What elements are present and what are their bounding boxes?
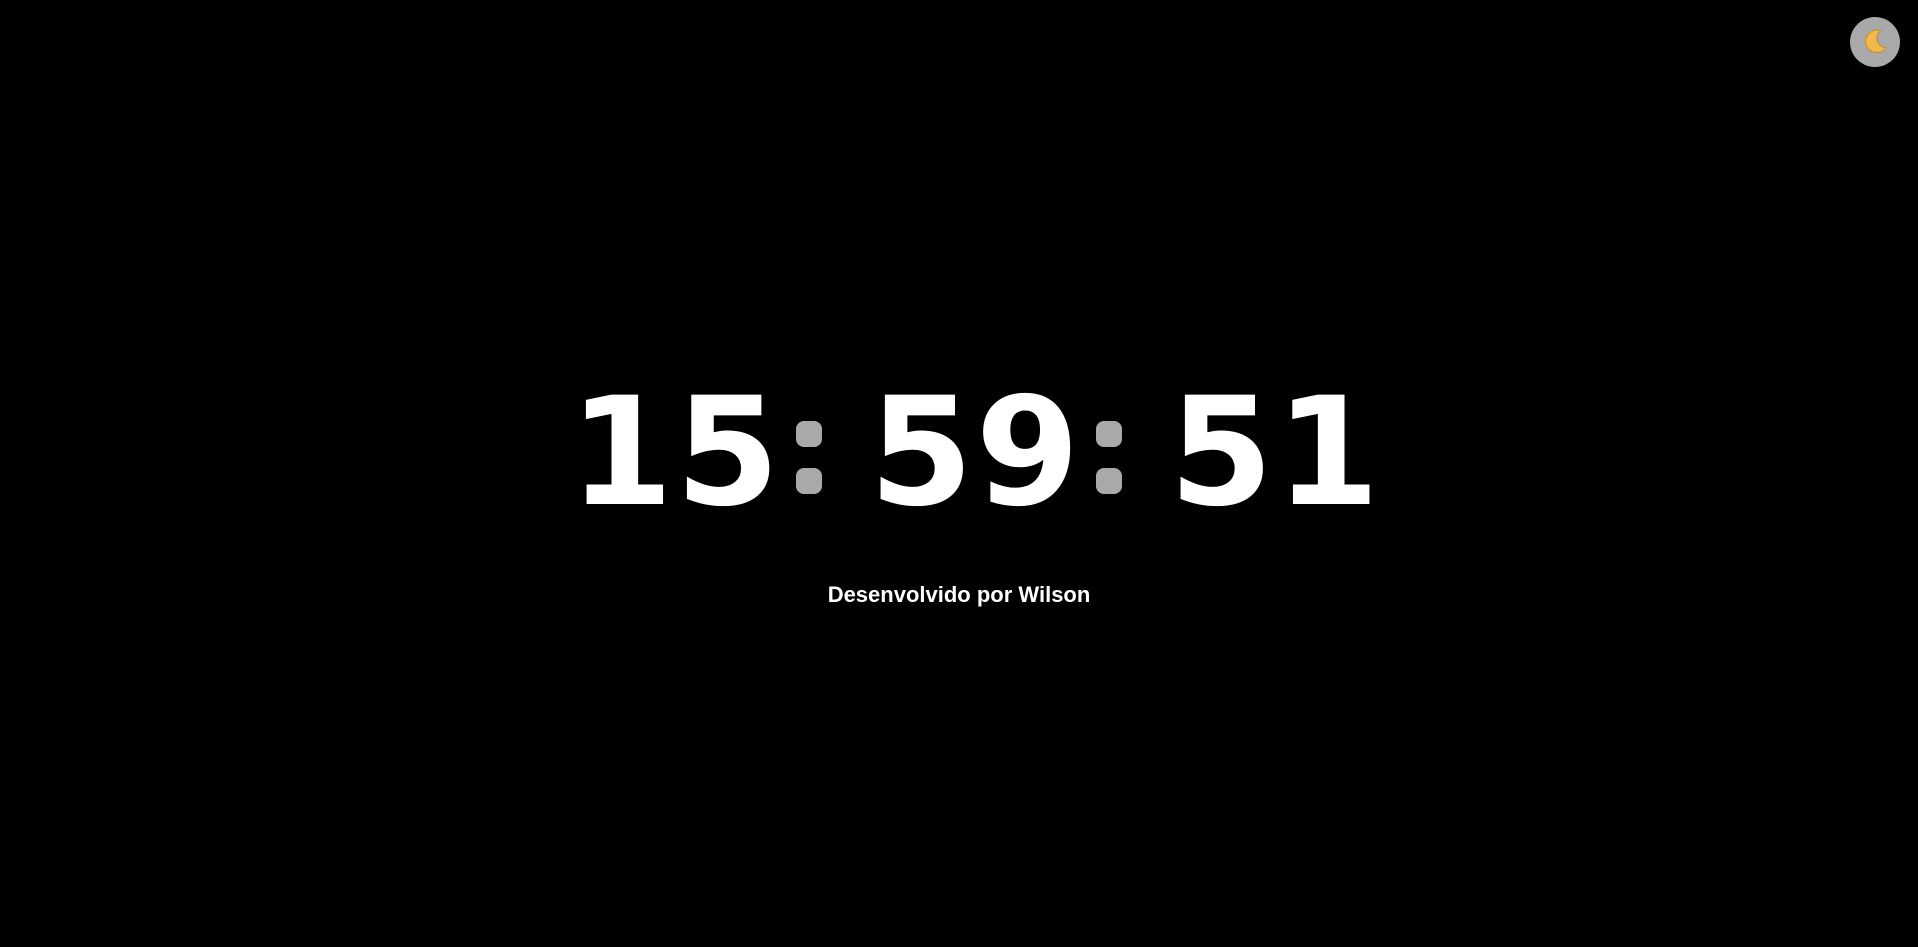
clock-minutes: 59 [869,366,1082,540]
clock-separator [1049,378,1169,528]
separator-dot [1096,468,1122,494]
separator-dot [796,468,822,494]
clock-page: 15 59 51 Desenvolvido por Wilson [0,0,1918,947]
digital-clock: 15 59 51 [0,378,1918,528]
theme-toggle-button[interactable] [1850,17,1900,67]
clock-hours: 15 [569,366,782,540]
crescent-moon-icon [1860,27,1890,57]
clock-seconds: 51 [1169,366,1382,540]
clock-separator [749,378,869,528]
separator-dot [1096,421,1122,447]
separator-dot [796,421,822,447]
developer-credit: Desenvolvido por Wilson [827,582,1091,607]
